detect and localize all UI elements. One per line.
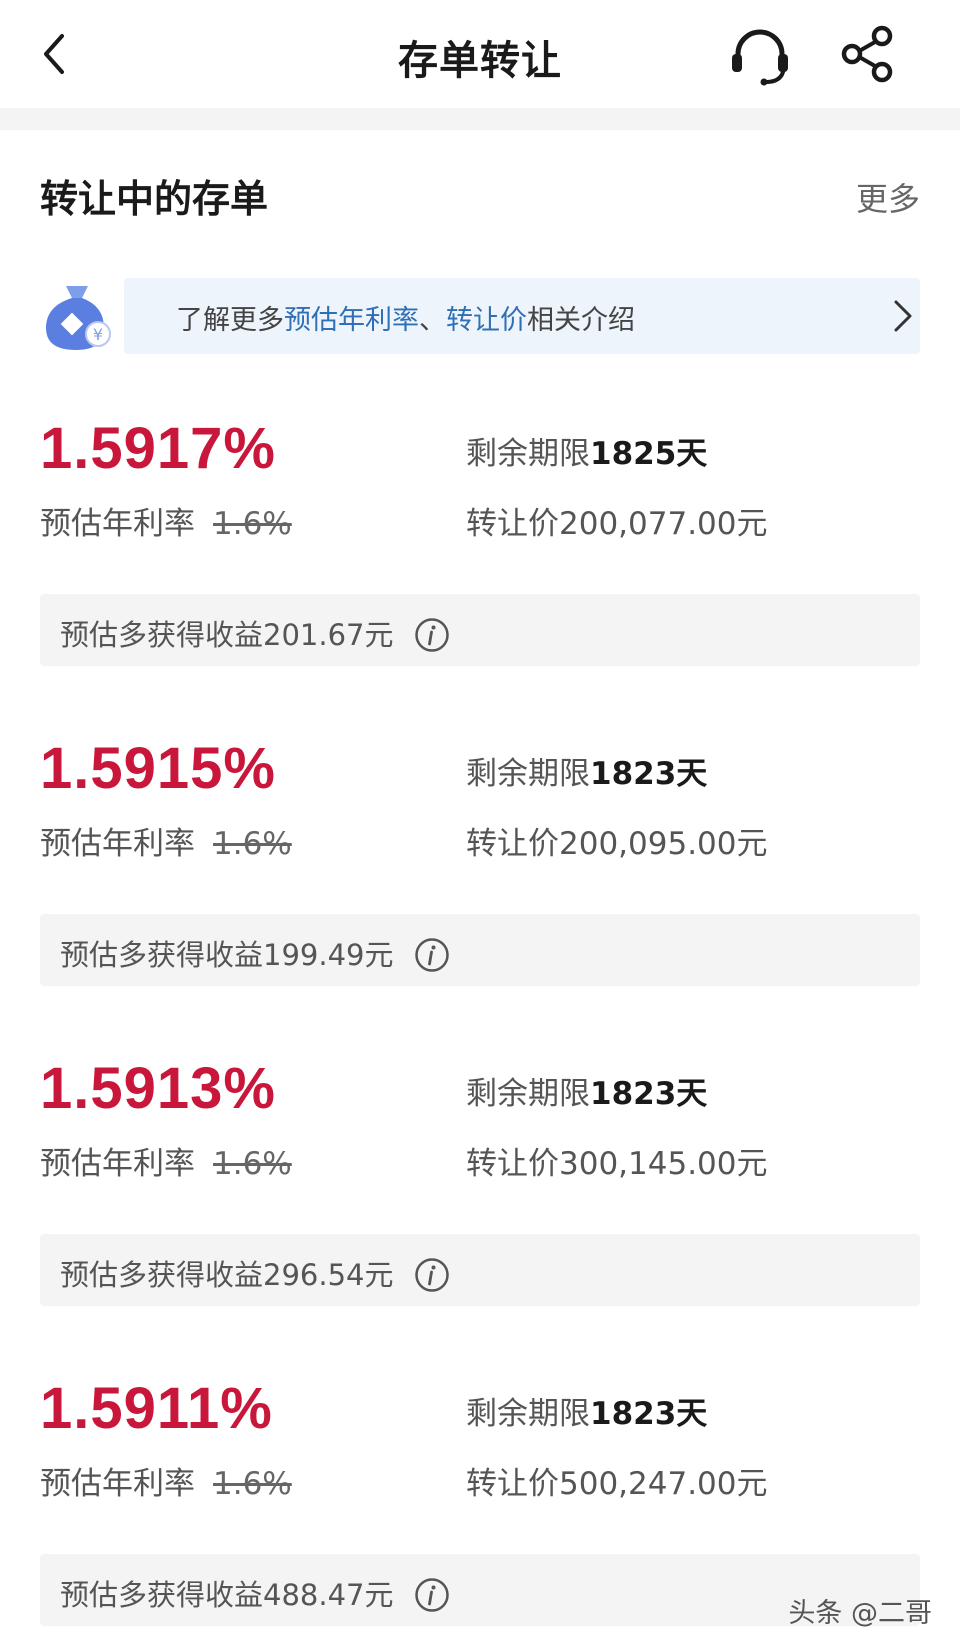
transfer-price: 转让价200,095.00元	[466, 818, 768, 863]
share-button[interactable]	[838, 24, 898, 84]
term-value: 1823天	[590, 756, 708, 792]
gain-value: 296.54元	[263, 1258, 394, 1292]
share-icon	[841, 25, 893, 83]
price-label: 转让价	[466, 1466, 559, 1502]
term-value: 1823天	[590, 1396, 708, 1432]
extra-gain-text: 预估多获得收益199.49元	[60, 932, 450, 974]
gain-label: 预估多获得收益	[60, 938, 264, 972]
gain-value: 199.49元	[263, 938, 394, 972]
banner-text-prefix: 了解更多	[176, 305, 284, 336]
deposit-card[interactable]: 1.5913% 预估年利率 1.6% 剩余期限1823天 转让价300,145.0…	[0, 1054, 960, 1314]
original-rate: 1.6%	[213, 1466, 292, 1502]
price-value: 500,247.00元	[559, 1466, 768, 1502]
gain-value: 201.67元	[263, 618, 394, 652]
rate-label: 预估年利率 1.6%	[40, 818, 292, 863]
transfer-price: 转让价200,077.00元	[466, 498, 768, 543]
headset-icon	[732, 29, 788, 86]
extra-gain-box: 预估多获得收益199.49元	[40, 914, 920, 986]
estimated-rate: 1.5911%	[40, 1376, 273, 1441]
header-divider	[0, 108, 960, 130]
info-icon[interactable]	[414, 937, 450, 973]
rate-label: 预估年利率 1.6%	[40, 1458, 292, 1503]
gain-label: 预估多获得收益	[60, 618, 264, 652]
rate-label-text: 预估年利率	[40, 1146, 195, 1182]
price-value: 200,095.00元	[559, 826, 768, 862]
extra-gain-box: 预估多获得收益201.67元	[40, 594, 920, 666]
term-value: 1825天	[590, 436, 708, 472]
term-value: 1823天	[590, 1076, 708, 1112]
gain-label: 预估多获得收益	[60, 1258, 264, 1292]
banner-text-suffix: 相关介绍	[527, 305, 635, 336]
section-title: 转让中的存单	[40, 177, 269, 221]
estimated-rate: 1.5913%	[40, 1056, 276, 1121]
deposit-card[interactable]: 1.5915% 预估年利率 1.6% 剩余期限1823天 转让价200,095.0…	[0, 734, 960, 994]
price-label: 转让价	[466, 826, 559, 862]
price-label: 转让价	[466, 1146, 559, 1182]
banner-text: 了解更多预估年利率、转让价相关介绍	[176, 298, 635, 337]
banner-link-rate[interactable]: 预估年利率	[284, 305, 419, 336]
info-icon[interactable]	[414, 1257, 450, 1293]
banner-separator: 、	[419, 305, 446, 336]
term-label: 剩余期限	[466, 436, 590, 472]
customer-service-button[interactable]	[728, 26, 792, 86]
transfer-price: 转让价300,145.00元	[466, 1138, 768, 1183]
watermark: 头条 @二哥	[788, 1598, 932, 1629]
money-bag-icon: ¥	[46, 286, 111, 350]
remaining-term: 剩余期限1825天	[466, 428, 707, 473]
term-label: 剩余期限	[466, 1076, 590, 1112]
term-label: 剩余期限	[466, 1396, 590, 1432]
rate-label-text: 预估年利率	[40, 826, 195, 862]
extra-gain-box: 预估多获得收益296.54元	[40, 1234, 920, 1306]
page-title: 存单转让	[398, 38, 562, 84]
rate-label: 预估年利率 1.6%	[40, 1138, 292, 1183]
gain-value: 488.47元	[263, 1578, 394, 1612]
svg-text:¥: ¥	[93, 325, 103, 344]
extra-gain-text: 预估多获得收益296.54元	[60, 1252, 450, 1294]
transfer-price: 转让价500,247.00元	[466, 1458, 768, 1503]
original-rate: 1.6%	[213, 506, 292, 542]
chevron-right-icon	[894, 300, 912, 332]
term-label: 剩余期限	[466, 756, 590, 792]
price-label: 转让价	[466, 506, 559, 542]
original-rate: 1.6%	[213, 826, 292, 862]
gain-label: 预估多获得收益	[60, 1578, 264, 1612]
price-value: 300,145.00元	[559, 1146, 768, 1182]
more-link[interactable]: 更多	[856, 174, 920, 220]
info-icon[interactable]	[414, 1577, 450, 1613]
extra-gain-text: 预估多获得收益201.67元	[60, 612, 450, 654]
banner-link-price[interactable]: 转让价	[446, 305, 527, 336]
remaining-term: 剩余期限1823天	[466, 1388, 707, 1433]
remaining-term: 剩余期限1823天	[466, 1068, 707, 1113]
info-banner[interactable]: ¥ 了解更多预估年利率、转让价相关介绍	[40, 276, 920, 356]
rate-label-text: 预估年利率	[40, 1466, 195, 1502]
deposit-card[interactable]: 1.5917% 预估年利率 1.6% 剩余期限1825天 转让价200,077.0…	[0, 414, 960, 674]
top-nav-bar: 存单转让	[0, 0, 960, 108]
price-value: 200,077.00元	[559, 506, 768, 542]
estimated-rate: 1.5915%	[40, 736, 276, 801]
rate-label-text: 预估年利率	[40, 506, 195, 542]
remaining-term: 剩余期限1823天	[466, 748, 707, 793]
rate-label: 预估年利率 1.6%	[40, 498, 292, 543]
extra-gain-text: 预估多获得收益488.47元	[60, 1572, 450, 1614]
original-rate: 1.6%	[213, 1146, 292, 1182]
info-icon[interactable]	[414, 617, 450, 653]
estimated-rate: 1.5917%	[40, 416, 276, 481]
